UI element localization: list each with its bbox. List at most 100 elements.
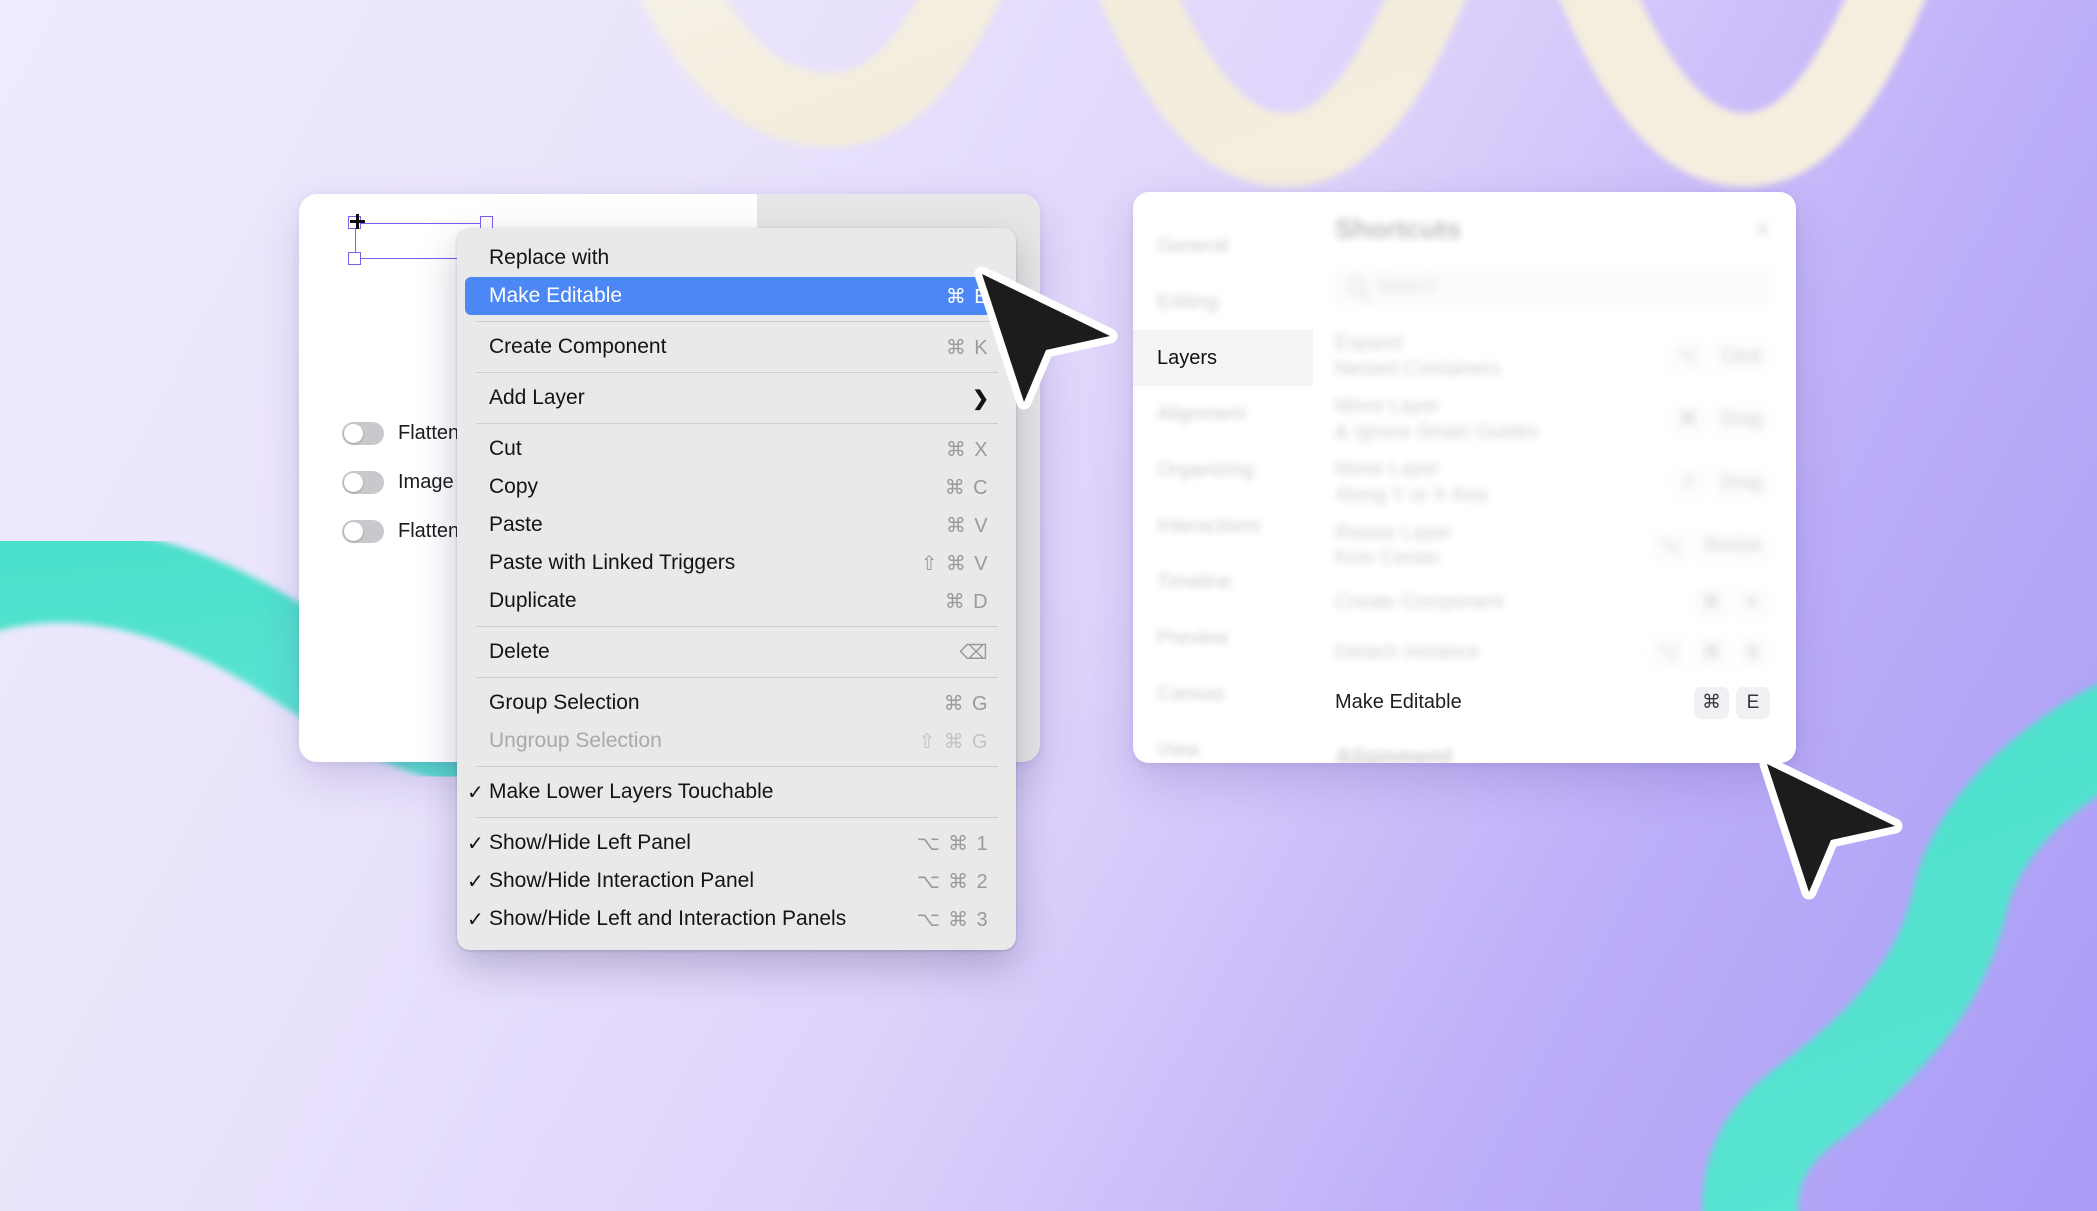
menu-item-label: Duplicate: [489, 589, 577, 612]
key-cap: Drag: [1712, 403, 1770, 436]
shortcut-name: Resize Layer from Center: [1335, 521, 1452, 570]
shortcut-row-detach-instance[interactable]: Detach Instance ⌥ ⌘ B: [1335, 628, 1770, 678]
menu-item-copy[interactable]: Copy ⌘ C: [465, 468, 1008, 506]
menu-separator: [476, 626, 998, 627]
cream-wave: [640, 0, 1926, 187]
menu-separator: [476, 321, 998, 322]
shortcut-name: Expand Nested Containers: [1335, 332, 1501, 380]
menu-item-label: Create Component: [489, 335, 667, 358]
sidebar-item-timeline[interactable]: Timeline: [1133, 554, 1313, 610]
menu-item-label: Make Editable: [489, 284, 623, 307]
checkmark-icon: ✓: [467, 832, 484, 855]
menu-item-paste[interactable]: Paste ⌘ V: [465, 506, 1008, 544]
shortcut-keys: ⌘ Drag: [1670, 403, 1770, 436]
menu-item-label: Group Selection: [489, 691, 640, 714]
sidebar-item-alignment[interactable]: Alignment: [1133, 386, 1313, 442]
shortcut-name: Detach Instance: [1335, 640, 1480, 663]
sidebar-item-layers[interactable]: Layers: [1133, 330, 1313, 386]
shortcut-keys: ⌘ K: [1694, 586, 1770, 619]
key-cap: ⌘: [1670, 403, 1706, 436]
shortcut-row-expand-nested-containers[interactable]: Expand Nested Containers ⌥ Click: [1335, 325, 1770, 388]
menu-item-make-lower-layers-touchable[interactable]: ✓ Make Lower Layers Touchable: [465, 773, 1008, 811]
menu-item-show-hide-left-panel[interactable]: ✓ Show/Hide Left Panel ⌥ ⌘ 1: [465, 824, 1008, 862]
menu-item-ungroup-selection: Ungroup Selection ⇧ ⌘ G: [465, 722, 1008, 760]
menu-item-make-editable[interactable]: Make Editable ⌘ E: [465, 277, 1008, 315]
context-menu[interactable]: Replace with Make Editable ⌘ E Create Compo…: [457, 228, 1016, 950]
menu-item-label: Copy: [489, 475, 539, 498]
menu-separator: [476, 817, 998, 818]
menu-item-delete[interactable]: Delete ⌫: [465, 633, 1008, 671]
shortcut-keys: ⇧ Drag: [1671, 466, 1770, 499]
menu-item-shortcut: ⌘ E: [945, 285, 989, 308]
menu-item-label: Paste with Linked Triggers: [489, 551, 736, 574]
shortcut-name: Move Layer & Ignore Smart Guides: [1335, 395, 1539, 443]
shortcuts-sidebar[interactable]: General Editing Layers Alignment Organizing I…: [1133, 192, 1313, 763]
menu-item-cut[interactable]: Cut ⌘ X: [465, 430, 1008, 468]
menu-item-label: Make Lower Layers Touchable: [489, 780, 774, 803]
menu-item-shortcut: ⇧ ⌘ V: [920, 552, 989, 575]
menu-item-label: Add Layer: [489, 386, 585, 409]
menu-item-duplicate[interactable]: Duplicate ⌘ D: [465, 582, 1008, 620]
checkmark-icon: ✓: [467, 870, 484, 893]
key-cap: ⌘: [1694, 636, 1729, 669]
key-cap: Click: [1712, 340, 1770, 373]
key-cap: B: [1736, 636, 1770, 669]
key-cap: ⇧: [1671, 466, 1706, 499]
shortcut-row-make-editable[interactable]: Make Editable ⌘ E: [1335, 678, 1770, 728]
menu-item-show-hide-left-and-interaction-panels[interactable]: ✓ Show/Hide Left and Interaction Panels ⌥ …: [465, 900, 1008, 938]
key-cap: Drag: [1712, 466, 1770, 499]
toggle-switch-flatten-image[interactable]: [342, 421, 384, 445]
menu-item-group-selection[interactable]: Group Selection ⌘ G: [465, 684, 1008, 722]
shortcut-row-move-layer-ignore-smart-guides[interactable]: Move Layer & Ignore Smart Guides ⌘ Drag: [1335, 388, 1770, 451]
selection-handle-bottom-left[interactable]: [348, 252, 361, 265]
menu-item-add-layer[interactable]: Add Layer ❯: [465, 379, 1008, 417]
shortcuts-section-title: Alignment: [1335, 743, 1453, 763]
shortcuts-list: Expand Nested Containers ⌥ Click Move Layer &…: [1335, 325, 1770, 763]
shortcut-row-resize-layer-from-center[interactable]: Resize Layer from Center ⌥ Resize: [1335, 515, 1770, 578]
shortcut-name: Make Editable: [1335, 690, 1462, 713]
menu-item-shortcut: ⌘ D: [944, 590, 989, 613]
checkmark-icon: ✓: [467, 908, 484, 931]
menu-item-label: Show/Hide Left Panel: [489, 831, 691, 854]
menu-item-shortcut: ⌥ ⌘ 1: [916, 832, 989, 855]
menu-item-shortcut: ⌘ C: [944, 476, 989, 499]
close-icon[interactable]: ×: [1754, 214, 1770, 245]
menu-item-show-hide-interaction-panel[interactable]: ✓ Show/Hide Interaction Panel ⌥ ⌘ 2: [465, 862, 1008, 900]
screen-root: Flatten image Image layers Flatten layer…: [0, 0, 2097, 1211]
sidebar-item-preview[interactable]: Preview: [1133, 610, 1313, 666]
shortcuts-header: Shortcuts ×: [1335, 214, 1770, 245]
sidebar-item-interactions[interactable]: Interactions: [1133, 498, 1313, 554]
toggle-switch-flatten-layer[interactable]: [342, 519, 384, 543]
menu-item-replace-with[interactable]: Replace with: [465, 239, 1008, 277]
shortcuts-search-input[interactable]: Search: [1335, 265, 1770, 309]
cream-wave-shape: [640, 0, 2097, 150]
shortcut-keys: ⌥ Click: [1667, 340, 1770, 373]
sidebar-item-canvas[interactable]: Canvas: [1133, 666, 1313, 722]
key-cap: ⌥: [1651, 530, 1689, 563]
menu-item-paste-with-linked-triggers[interactable]: Paste with Linked Triggers ⇧ ⌘ V: [465, 544, 1008, 582]
shortcut-keys: ⌘ E: [1694, 686, 1770, 719]
shortcut-keys: ⌥ ⌘ B: [1649, 636, 1770, 669]
sidebar-item-general[interactable]: General: [1133, 218, 1313, 274]
menu-item-create-component[interactable]: Create Component ⌘ K: [465, 328, 1008, 366]
menu-separator: [476, 677, 998, 678]
shortcut-keys: ⌥ Resize: [1651, 530, 1770, 563]
menu-item-label: Replace with: [489, 246, 610, 269]
menu-item-label: Delete: [489, 640, 550, 663]
menu-item-shortcut: ⌥ ⌘ 3: [916, 908, 989, 931]
search-placeholder: Search: [1377, 276, 1438, 297]
key-cap: ⌘: [1694, 586, 1729, 619]
teal-ribbon-right: [1702, 684, 2097, 1211]
sidebar-item-editing[interactable]: Editing: [1133, 274, 1313, 330]
shortcut-row-move-layer-along-y-or-x-axis[interactable]: Move Layer Along Y or X Axis ⇧ Drag: [1335, 451, 1770, 514]
menu-item-shortcut: ⌘ V: [945, 514, 989, 537]
key-cap: E: [1736, 686, 1770, 719]
sidebar-item-view[interactable]: View: [1133, 722, 1313, 763]
shortcuts-title: Shortcuts: [1335, 214, 1462, 244]
shortcut-row-create-component[interactable]: Create Component ⌘ K: [1335, 578, 1770, 628]
menu-item-shortcut: ⌘ K: [945, 336, 989, 359]
toggle-switch-image-layers[interactable]: [342, 470, 384, 494]
sidebar-item-organizing[interactable]: Organizing: [1133, 442, 1313, 498]
menu-item-shortcut: ⌘ G: [943, 692, 989, 715]
menu-item-label: Ungroup Selection: [489, 729, 662, 752]
